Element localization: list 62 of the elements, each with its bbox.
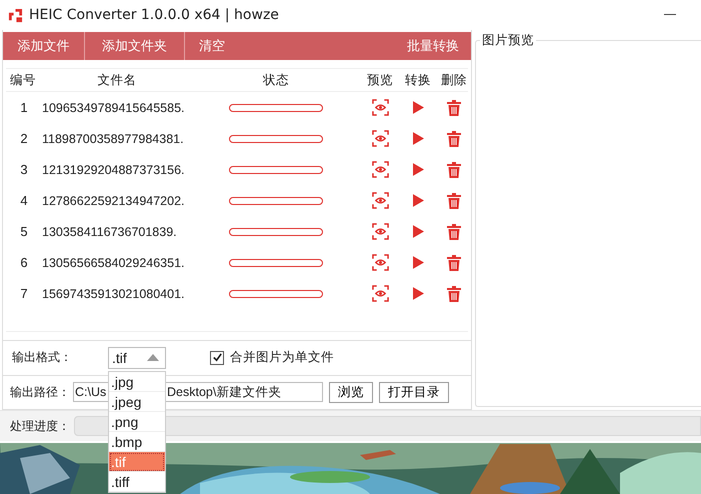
play-icon[interactable] — [412, 225, 424, 238]
play-icon[interactable] — [412, 163, 424, 176]
file-name: 12786622592134947202. — [42, 194, 186, 208]
preview-icon[interactable] — [372, 254, 388, 271]
window-title: HEIC Converter 1.0.0.0 x64 | howze — [29, 7, 279, 23]
dropdown-option[interactable]: .tiff — [109, 472, 165, 492]
format-dropdown[interactable]: .tif — [108, 346, 166, 369]
preview-icon[interactable] — [372, 223, 388, 240]
trash-icon[interactable] — [447, 224, 461, 240]
file-name: 10965349789415645585. — [42, 100, 186, 114]
merge-checkbox-label: 合并图片为单文件 — [230, 349, 334, 366]
file-name: 11898700358977984381. — [42, 132, 185, 146]
row-number: 2 — [20, 131, 28, 146]
minimize-icon — [664, 14, 676, 16]
preview-icon[interactable] — [372, 285, 388, 302]
trash-icon[interactable] — [447, 286, 461, 302]
row-number: 5 — [20, 224, 28, 239]
trash-icon[interactable] — [447, 162, 461, 178]
play-icon[interactable] — [412, 101, 424, 114]
trash-icon[interactable] — [447, 254, 461, 270]
column-header: 编号 — [9, 72, 36, 88]
output-path-label: 输出路径： — [9, 384, 70, 401]
file-name: 12131929204887373156. — [42, 162, 186, 176]
path-button[interactable]: 打开目录 — [379, 382, 449, 403]
file-name: 15697435913021080401. — [42, 286, 186, 300]
dropdown-arrow-icon — [147, 354, 159, 362]
dropdown-option[interactable]: .jpeg — [109, 392, 165, 412]
row-number: 3 — [20, 162, 28, 177]
play-icon[interactable] — [412, 287, 424, 300]
row-number: 4 — [20, 193, 28, 208]
column-header: 状态 — [263, 72, 289, 88]
dropdown-option[interactable]: .png — [109, 412, 165, 432]
preview-panel-title: 图片预览 — [480, 32, 536, 49]
play-icon[interactable] — [412, 132, 424, 145]
file-name: 1303584116736701839. — [42, 224, 178, 238]
trash-icon[interactable] — [447, 100, 461, 116]
preview-icon[interactable] — [372, 192, 388, 209]
preview-icon[interactable] — [372, 99, 388, 116]
column-header: 删除 — [441, 72, 467, 88]
trash-icon[interactable] — [447, 130, 461, 146]
toolbar-button[interactable]: 清空 — [185, 32, 249, 60]
file-name: 13056566584029246351. — [42, 256, 186, 270]
toolbar-button[interactable]: 添加文件夹 — [85, 32, 185, 60]
column-header: 文件名 — [98, 72, 136, 88]
column-header: 预览 — [367, 72, 393, 88]
row-number: 6 — [20, 255, 28, 270]
row-number: 7 — [20, 286, 28, 301]
column-header: 转换 — [405, 72, 431, 88]
preview-icon[interactable] — [372, 161, 388, 178]
path-button[interactable]: 浏览 — [329, 382, 373, 403]
play-icon[interactable] — [412, 256, 424, 269]
toolbar-button[interactable]: 添加文件 — [3, 32, 85, 60]
batch-convert-button[interactable]: 批量转换 — [395, 32, 471, 60]
app-logo-icon — [8, 8, 23, 22]
progress-label: 处理进度： — [9, 418, 71, 434]
dropdown-option[interactable]: .jpg — [109, 372, 165, 392]
output-format-label: 输出格式： — [11, 349, 73, 366]
preview-icon[interactable] — [372, 130, 388, 147]
play-icon[interactable] — [412, 194, 424, 207]
merge-checkbox[interactable] — [210, 350, 224, 365]
row-number: 1 — [20, 100, 28, 115]
trash-icon[interactable] — [447, 192, 461, 208]
